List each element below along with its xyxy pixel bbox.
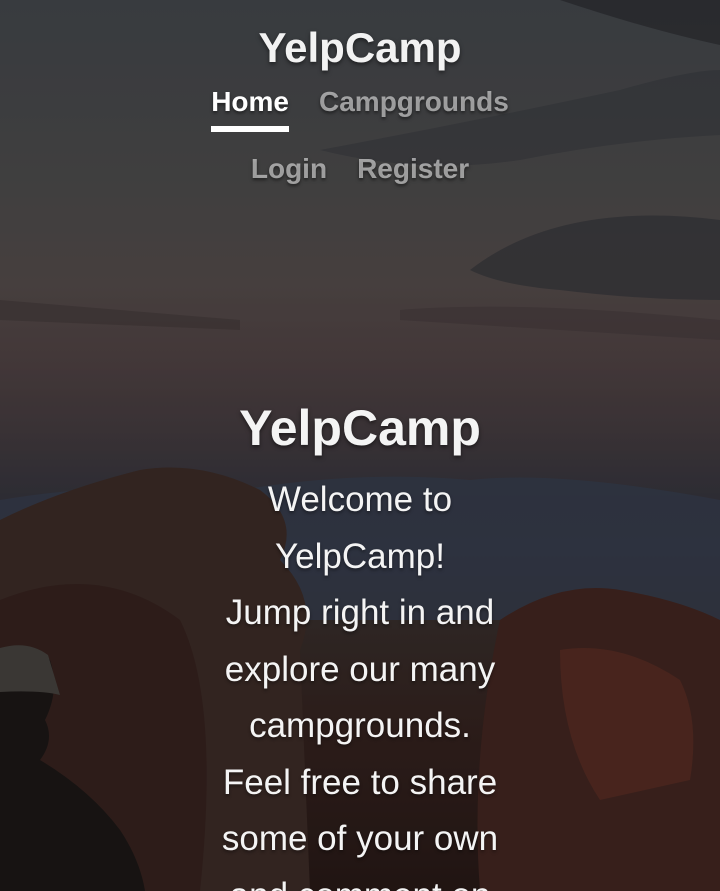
hero-line: YelpCamp! bbox=[275, 536, 445, 576]
nav-row-auth: Login Register bbox=[0, 153, 720, 199]
landing-page: YelpCamp Home Campgrounds Login Register… bbox=[0, 0, 720, 891]
hero-line: Jump right in and bbox=[225, 593, 495, 632]
nav-home-link[interactable]: Home bbox=[211, 86, 289, 132]
nav-login-link[interactable]: Login bbox=[251, 153, 327, 199]
nav-row-main: Home Campgrounds bbox=[0, 86, 720, 132]
brand-title[interactable]: YelpCamp bbox=[0, 24, 720, 72]
hero-line: Feel free to share bbox=[222, 762, 498, 802]
hero-description: Welcome to YelpCamp! Jump right in and e… bbox=[200, 472, 520, 891]
hero-line: some of your own bbox=[221, 819, 499, 858]
nav-campgrounds-link[interactable]: Campgrounds bbox=[319, 86, 509, 132]
hero-line: campgrounds. bbox=[249, 706, 471, 745]
hero-line: and comment on bbox=[200, 868, 520, 891]
nav-register-link[interactable]: Register bbox=[357, 153, 469, 199]
hero-title: YelpCamp bbox=[239, 400, 481, 456]
hero-line: explore our many bbox=[224, 649, 496, 689]
hero-section: YelpCamp Welcome to YelpCamp! Jump right… bbox=[0, 398, 720, 891]
hero-line: Welcome to bbox=[267, 480, 453, 519]
